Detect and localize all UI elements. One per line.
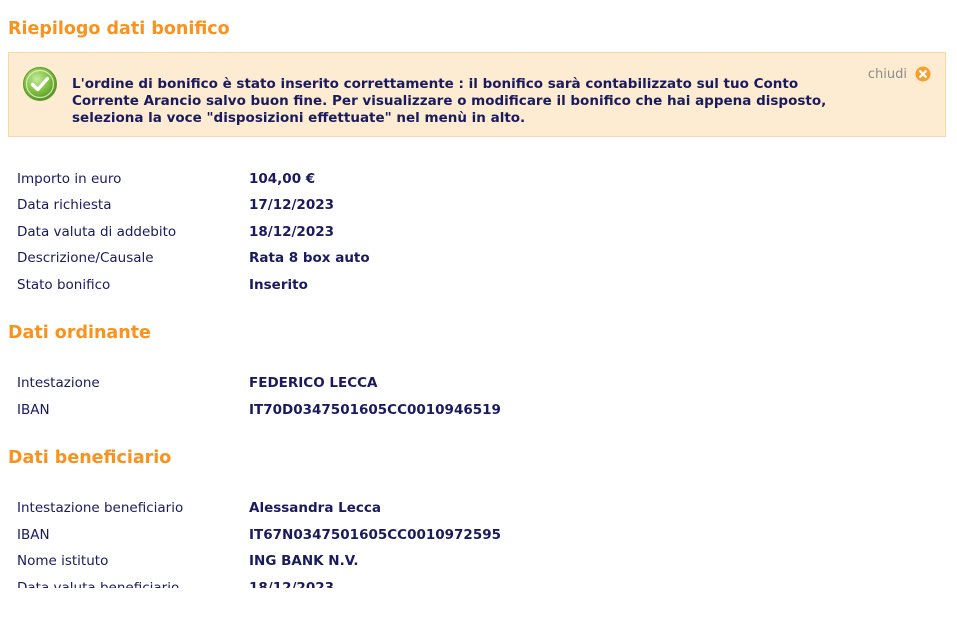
- row-label: Intestazione beneficiario: [17, 500, 184, 516]
- row-label: Data richiesta: [17, 197, 112, 213]
- row-label: IBAN: [17, 402, 50, 418]
- row-label: Nome istituto: [17, 553, 109, 569]
- row-label: IBAN: [17, 527, 50, 543]
- row-value: 104,00 €: [249, 171, 316, 187]
- row-value: FEDERICO LECCA: [249, 375, 378, 391]
- row-label: Intestazione: [17, 375, 100, 391]
- close-label[interactable]: chiudi: [868, 67, 907, 82]
- row-label: Descrizione/Causale: [17, 250, 154, 266]
- row-value: Alessandra Lecca: [249, 500, 382, 516]
- table-row: Data valuta di addebito 18/12/2023: [17, 224, 917, 244]
- row-label: Stato bonifico: [17, 277, 111, 293]
- beneficiario-table: Intestazione beneficiario Alessandra Lec…: [17, 500, 937, 588]
- row-value: Rata 8 box auto: [249, 250, 370, 266]
- table-row: Data richiesta 17/12/2023: [17, 197, 917, 217]
- table-row: Importo in euro 104,00 €: [17, 171, 917, 191]
- table-row: Intestazione FEDERICO LECCA: [17, 375, 917, 395]
- row-value: 18/12/2023: [249, 580, 335, 588]
- success-alert: L'ordine di bonifico è stato inserito co…: [8, 52, 946, 137]
- row-value: IT70D0347501605CC0010946519: [249, 402, 501, 418]
- check-circle-icon: [22, 66, 58, 102]
- row-value: 17/12/2023: [249, 197, 335, 213]
- row-value: ING BANK N.V.: [249, 553, 359, 569]
- close-button[interactable]: chiudi: [868, 66, 931, 82]
- section-title-ordinante: Dati ordinante: [8, 323, 151, 343]
- table-row: Descrizione/Causale Rata 8 box auto: [17, 250, 917, 270]
- table-row: Nome istituto ING BANK N.V.: [17, 553, 917, 573]
- table-row: IBAN IT67N0347501605CC0010972595: [17, 527, 917, 547]
- section-title-beneficiario: Dati beneficiario: [8, 448, 172, 468]
- status-badge: Inserito: [249, 277, 308, 293]
- row-value: 18/12/2023: [249, 224, 335, 240]
- table-row: Stato bonifico Inserito: [17, 277, 917, 297]
- table-row: Intestazione beneficiario Alessandra Lec…: [17, 500, 917, 520]
- close-circle-icon[interactable]: [915, 66, 931, 82]
- alert-message: L'ordine di bonifico è stato inserito co…: [72, 76, 827, 126]
- table-row: IBAN IT70D0347501605CC0010946519: [17, 402, 917, 422]
- page-title: Riepilogo dati bonifico: [8, 19, 230, 39]
- row-label: Importo in euro: [17, 171, 122, 187]
- row-label: Data valuta di addebito: [17, 224, 177, 240]
- row-label: Data valuta beneficiario: [17, 580, 180, 588]
- table-row: Data valuta beneficiario 18/12/2023: [17, 580, 917, 588]
- row-value: IT67N0347501605CC0010972595: [249, 527, 501, 543]
